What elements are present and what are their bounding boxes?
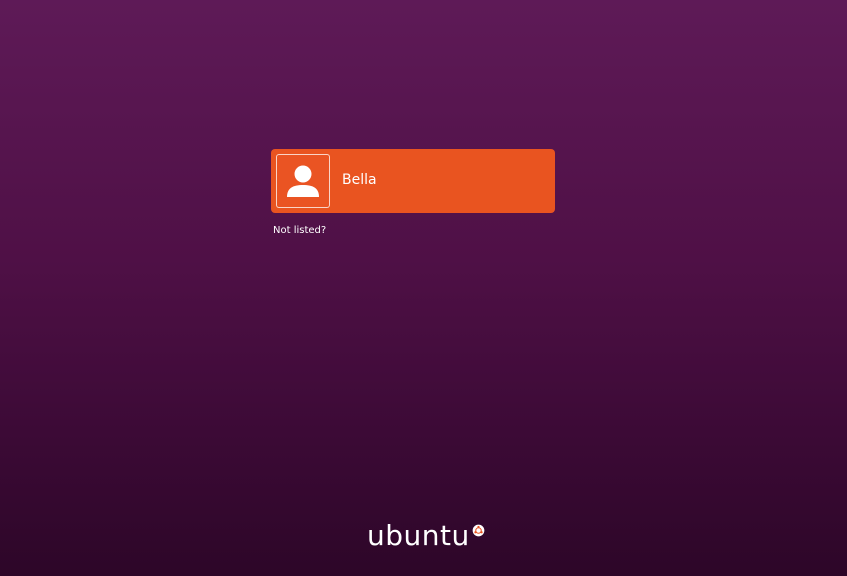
ubuntu-wordmark: ubuntu — [367, 519, 470, 552]
user-silhouette-icon — [287, 165, 319, 197]
ubuntu-logo: ubuntu — [367, 518, 485, 554]
user-avatar — [276, 154, 330, 208]
login-screen: { "colors": { "accent": "#e95420", "back… — [0, 0, 847, 576]
circle-of-friends-icon — [472, 524, 485, 537]
user-card-bella[interactable]: Bella — [271, 149, 555, 213]
user-name-label: Bella — [342, 172, 377, 188]
not-listed-link[interactable]: Not listed? — [273, 225, 326, 237]
